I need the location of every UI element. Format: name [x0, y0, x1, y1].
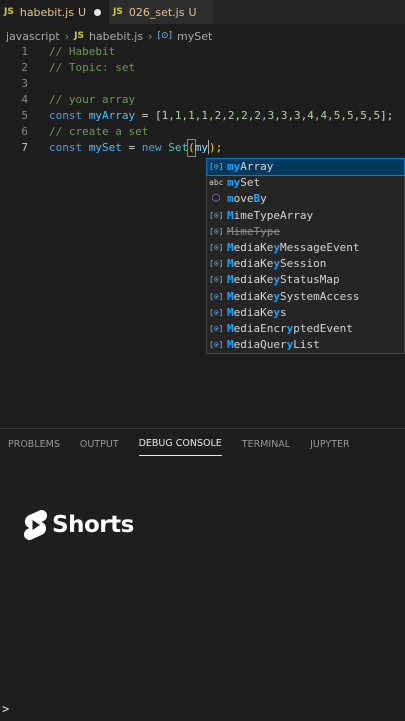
code-comment: // your array	[49, 93, 136, 106]
tab-problems[interactable]: PROBLEMS	[8, 433, 60, 456]
panel-tab-bar: PROBLEMS OUTPUT DEBUG CONSOLE TERMINAL J…	[0, 429, 405, 459]
suggestion-label: MediaKeySession	[227, 257, 327, 271]
code-class: Set	[168, 141, 189, 154]
suggestion-item-deprecated[interactable]: [⊙] MimeType	[207, 224, 404, 240]
line-number: 7	[21, 141, 28, 154]
suggestion-label: MediaEncryptedEvent	[227, 321, 353, 335]
code-line: 4 // your array	[0, 92, 405, 108]
line-number: 3	[21, 77, 28, 90]
js-file-icon: JS	[74, 31, 84, 41]
variable-icon: [⊙]	[209, 275, 224, 285]
code-paren: (	[187, 139, 196, 157]
shorts-logo-icon	[24, 510, 47, 540]
git-status-untracked: U	[188, 5, 197, 19]
editor-tab-bar: JS habebit.js U JS 026_set.js U	[0, 0, 405, 24]
suggestion-item[interactable]: abc mySet	[207, 175, 404, 191]
breadcrumb-folder[interactable]: javascript	[6, 30, 60, 43]
suggestion-item[interactable]: [⊙] myArray	[206, 157, 405, 177]
suggestion-label: MimeTypeArray	[227, 208, 314, 222]
tab-label: habebit.js	[19, 5, 74, 19]
suggestion-label: mySet	[227, 176, 261, 190]
chevron-right-icon: ›	[64, 29, 70, 43]
suggestion-item[interactable]: [⊙] MediaKeyMessageEvent	[207, 240, 404, 256]
js-file-icon: JS	[113, 7, 123, 17]
code-keyword: new	[141, 141, 162, 154]
js-file-icon: JS	[4, 7, 14, 17]
line-number: 2	[21, 61, 28, 74]
code-keyword: const	[49, 109, 83, 122]
code-line: 6 // create a set	[0, 124, 405, 140]
breadcrumb: javascript › JS habebit.js › [⊙] mySet	[0, 26, 405, 46]
code-paren: );	[209, 141, 223, 154]
suggestion-item[interactable]: [⊙] MediaKeySession	[207, 256, 404, 272]
autocomplete-suggestions[interactable]: [⊙] myArray abc mySet ⬡ moveBy [⊙] MimeT…	[206, 157, 405, 354]
line-number: 6	[21, 125, 28, 138]
text-icon: abc	[209, 178, 224, 188]
suggestion-label: MediaKeyStatusMap	[227, 273, 340, 287]
code-line-current: 7 const mySet = new Set(my);	[0, 139, 405, 157]
code-line: 5 const myArray = [1,1,1,1,2,2,2,2,3,3,3…	[0, 108, 405, 124]
tab-jupyter[interactable]: JUPYTER	[310, 433, 349, 456]
suggestion-label: myArray	[227, 160, 274, 174]
line-number: 1	[21, 45, 28, 58]
code-typed-text: my	[194, 141, 208, 154]
code-numbers: 1,1,1,1,2,2,2,2,3,3,3,4,4,5,5,5,5	[161, 109, 381, 122]
suggestion-item[interactable]: [⊙] MediaKeys	[207, 305, 404, 321]
code-editor[interactable]: 1 // Habebit 2 // Topic: set 3 4 // your…	[0, 44, 405, 157]
suggestion-label: MediaKeys	[227, 305, 287, 319]
suggestion-item[interactable]: [⊙] MimeTypeArray	[207, 208, 404, 224]
code-line: 1 // Habebit	[0, 44, 405, 60]
suggestion-label: moveBy	[227, 192, 267, 206]
code-punctuation: ];	[380, 109, 394, 122]
code-comment: // Topic: set	[49, 61, 136, 74]
unsaved-dot-icon[interactable]	[94, 8, 102, 16]
code-variable: mySet	[88, 141, 122, 154]
line-number: 5	[21, 109, 28, 122]
variable-icon: [⊙]	[157, 31, 173, 41]
variable-icon: [⊙]	[209, 162, 224, 172]
tab-label: 026_set.js	[128, 5, 185, 19]
suggestion-item[interactable]: ⬡ moveBy	[207, 191, 404, 207]
method-cube-icon: ⬡	[211, 193, 221, 205]
suggestion-label: MimeType	[227, 224, 280, 238]
variable-icon: [⊙]	[209, 210, 224, 220]
suggestion-item[interactable]: [⊙] MediaKeyStatusMap	[207, 272, 404, 288]
shorts-label: Shorts	[52, 512, 134, 538]
variable-icon: [⊙]	[209, 226, 224, 236]
code-line: 3	[0, 76, 405, 92]
suggestion-label: MediaQueryList	[227, 338, 320, 352]
variable-icon: [⊙]	[209, 291, 224, 301]
code-comment: // Habebit	[49, 45, 116, 58]
shorts-watermark: Shorts	[22, 509, 134, 541]
suggestion-item[interactable]: [⊙] MediaEncryptedEvent	[207, 321, 404, 337]
variable-icon: [⊙]	[209, 259, 224, 269]
variable-icon: [⊙]	[209, 323, 224, 333]
tab-terminal[interactable]: TERMINAL	[242, 433, 290, 456]
tab-output[interactable]: OUTPUT	[80, 433, 119, 456]
tab-habebit-js[interactable]: JS habebit.js U	[0, 0, 110, 24]
variable-icon: [⊙]	[209, 307, 224, 317]
console-prompt[interactable]: >	[2, 702, 9, 716]
bottom-panel: PROBLEMS OUTPUT DEBUG CONSOLE TERMINAL J…	[0, 428, 405, 721]
variable-icon: [⊙]	[209, 340, 224, 350]
breadcrumb-symbol[interactable]: mySet	[177, 30, 212, 43]
tab-026-set-js[interactable]: JS 026_set.js U	[109, 0, 213, 24]
code-comment: // create a set	[49, 125, 149, 138]
code-operator: = [	[135, 109, 162, 122]
suggestion-label: MediaKeyMessageEvent	[227, 241, 360, 255]
code-operator: =	[121, 141, 142, 154]
chevron-right-icon: ›	[148, 29, 153, 43]
code-keyword: const	[49, 141, 83, 154]
tab-debug-console[interactable]: DEBUG CONSOLE	[138, 432, 222, 456]
suggestion-item[interactable]: [⊙] MediaQueryList	[207, 337, 404, 353]
git-status-untracked: U	[77, 5, 87, 19]
variable-icon: [⊙]	[209, 243, 224, 253]
line-number: 4	[21, 93, 28, 106]
suggestion-label: MediaKeySystemAccess	[227, 289, 360, 303]
code-variable: myArray	[88, 109, 136, 122]
suggestion-item[interactable]: [⊙] MediaKeySystemAccess	[207, 289, 404, 305]
code-line: 2 // Topic: set	[0, 60, 405, 76]
breadcrumb-file[interactable]: habebit.js	[89, 30, 143, 43]
